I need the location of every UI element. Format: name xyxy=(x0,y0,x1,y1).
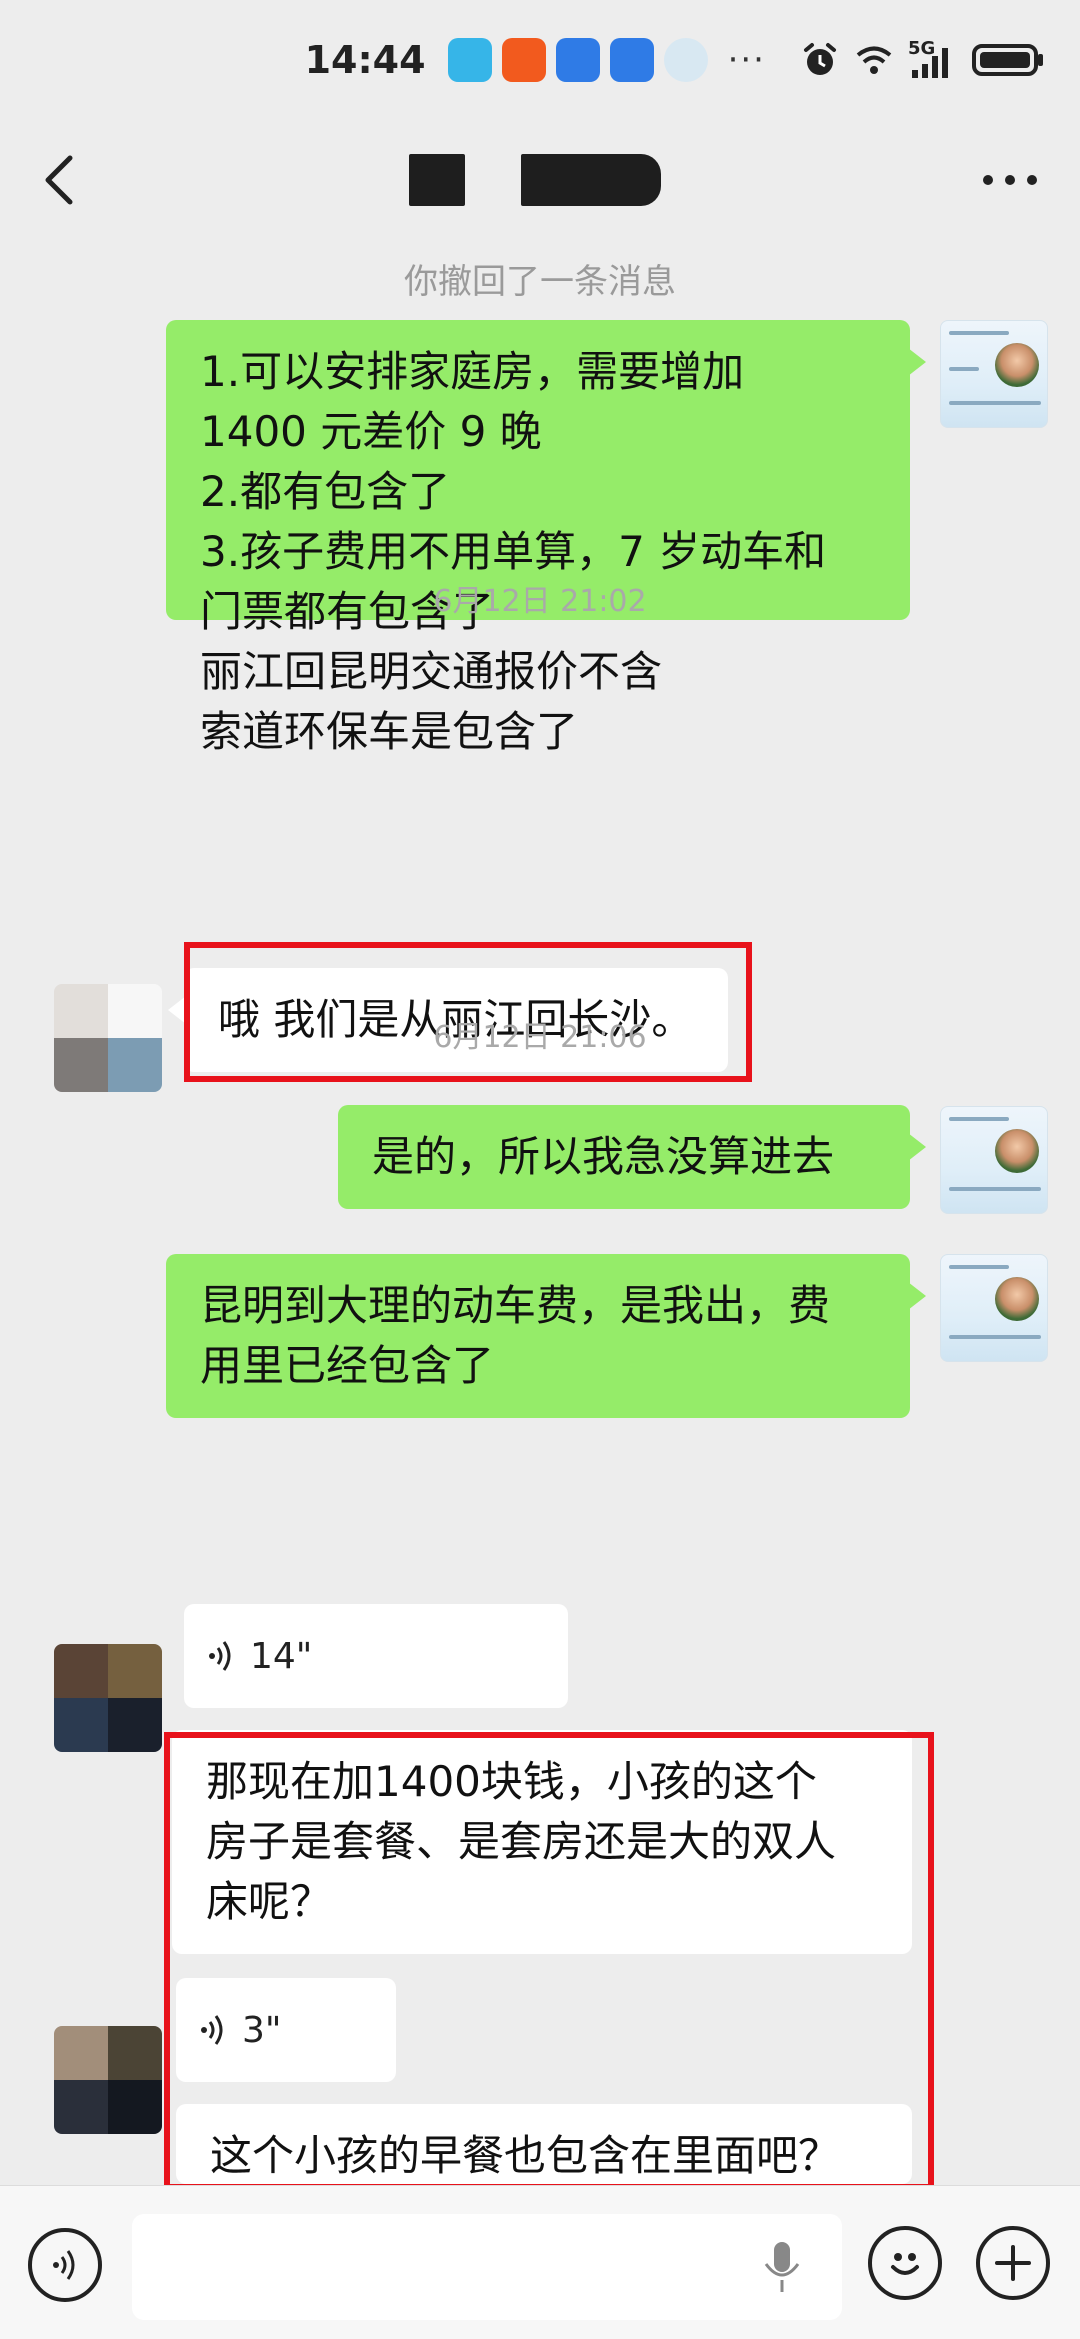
message-line: 2.都有包含了 xyxy=(200,467,451,516)
avatar-pixel xyxy=(54,1644,108,1698)
my-avatar[interactable] xyxy=(940,1254,1048,1362)
avatar-card-decoration xyxy=(949,1265,1009,1269)
highlight-box xyxy=(184,942,752,1082)
taobao-flash-app-icon xyxy=(501,38,546,82)
emoji-button[interactable] xyxy=(868,2226,942,2300)
avatar-card-decoration xyxy=(949,331,1009,335)
emoji-icon xyxy=(891,2253,919,2275)
avatar-pixel xyxy=(54,1698,108,1752)
message-input[interactable] xyxy=(132,2214,842,2320)
avatar-card-decoration xyxy=(949,1187,1041,1191)
recall-notice: 你撤回了一条消息 xyxy=(404,262,676,302)
avatar-card-decoration xyxy=(949,367,979,371)
redaction-block xyxy=(409,154,465,206)
chevron-left-icon xyxy=(45,155,73,205)
redaction-block xyxy=(521,154,661,206)
blue-app-icon-2 xyxy=(609,38,654,82)
avatar-pixel xyxy=(54,2026,108,2080)
avatar-photo xyxy=(995,343,1039,387)
voice-duration: 14" xyxy=(250,1635,313,1677)
notification-icons xyxy=(447,38,708,82)
blue-app-icon xyxy=(555,38,600,82)
sent-message-bubble[interactable]: 1.可以安排家庭房，需要增加 1400 元差价 9 晚 2.都有包含了 3.孩子… xyxy=(166,320,926,756)
avatar-pixel xyxy=(108,2026,162,2080)
avatar-pixel xyxy=(108,2080,162,2134)
avatar-pixel xyxy=(54,2080,108,2134)
timestamp: 6月12日 21:02 xyxy=(433,584,647,619)
sent-message-bubble[interactable]: 是的，所以我急没算进去 xyxy=(338,1105,926,1209)
message-line: 索道环保车是包含了 xyxy=(200,707,579,756)
input-bar xyxy=(0,2185,1080,2339)
battery-icon xyxy=(972,44,1043,76)
avatar-photo xyxy=(995,1129,1039,1173)
back-button[interactable] xyxy=(10,130,110,230)
avatar-card-decoration xyxy=(949,401,1041,405)
contact-avatar[interactable] xyxy=(54,1644,162,1752)
highlight-box xyxy=(164,1732,934,2190)
chat-title-redacted xyxy=(409,154,661,206)
avatar-pixel xyxy=(108,1698,162,1752)
voice-mode-button[interactable] xyxy=(28,2228,102,2302)
signal-indicator: 5G xyxy=(908,38,958,80)
avatar-pixel xyxy=(108,1644,162,1698)
voice-message[interactable]: 14" xyxy=(184,1604,568,1708)
status-time: 14:44 xyxy=(304,38,426,82)
message-line: 丽江回昆明交通报价不含 xyxy=(200,647,663,696)
message-line: 用里已经包含了 xyxy=(200,1341,495,1390)
alarm-icon xyxy=(804,43,836,75)
avatar-card-decoration xyxy=(949,1117,1009,1121)
sent-message-bubble[interactable]: 昆明到大理的动车费，是我出，费 用里已经包含了 xyxy=(166,1254,926,1418)
plus-icon xyxy=(995,2245,1031,2281)
signal-bars-icon xyxy=(912,48,948,78)
reader-app-icon xyxy=(447,38,492,82)
more-notifications-indicator: ··· xyxy=(727,40,766,80)
my-avatar[interactable] xyxy=(940,1106,1048,1214)
message-list[interactable]: 你撤回了一条消息 1.可以安排家庭房，需要增加 1400 元差价 9 晚 2.都… xyxy=(0,240,1080,2190)
contact-avatar[interactable] xyxy=(54,2026,162,2134)
microphone-icon[interactable] xyxy=(762,2240,802,2296)
message-line: 1400 元差价 9 晚 xyxy=(200,407,542,456)
add-button[interactable] xyxy=(976,2226,1050,2300)
avatar-card-decoration xyxy=(949,1335,1041,1339)
status-bar: 14:44 ··· 5G xyxy=(0,0,1080,120)
wifi-icon xyxy=(856,46,892,74)
more-options-button[interactable] xyxy=(960,130,1060,230)
message-line: 3.孩子费用不用单算，7 岁动车和 xyxy=(200,527,827,576)
voice-mode-icon xyxy=(53,2250,75,2280)
more-horizontal-icon xyxy=(983,175,1037,185)
voice-wave-icon xyxy=(209,1641,231,1671)
avatar-photo xyxy=(995,1277,1039,1321)
message-line: 1.可以安排家庭房，需要增加 xyxy=(200,347,745,396)
my-avatar[interactable] xyxy=(940,320,1048,428)
chat-header xyxy=(0,120,1080,240)
mini-app-icon xyxy=(663,38,708,82)
message-text: 是的，所以我急没算进去 xyxy=(372,1132,835,1181)
message-line: 昆明到大理的动车费，是我出，费 xyxy=(200,1281,831,1330)
